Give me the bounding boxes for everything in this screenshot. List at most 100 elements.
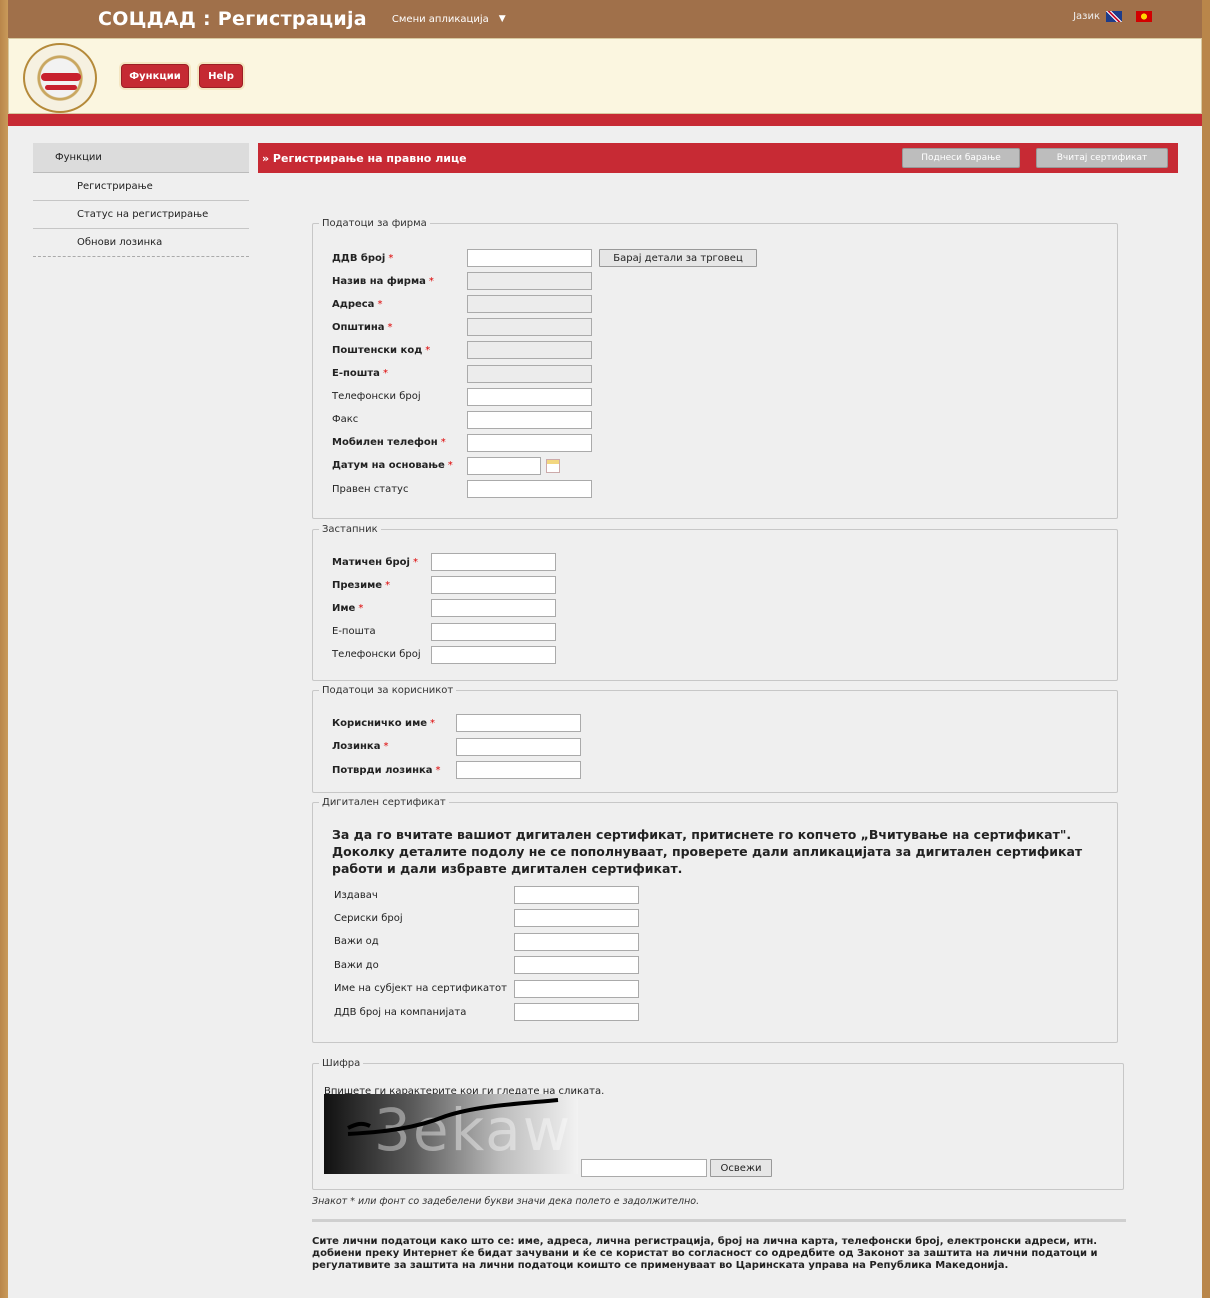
submit-request-button[interactable]: Поднеси барање — [902, 148, 1020, 168]
company-label: ДДВ број — [332, 252, 386, 264]
representative-input[interactable] — [431, 553, 556, 571]
company-input — [467, 364, 592, 383]
representative-input[interactable] — [431, 645, 556, 664]
required-marker: * — [447, 460, 453, 472]
representative-input[interactable] — [431, 599, 556, 618]
company-label: Правен статус — [332, 483, 409, 495]
privacy-notice: Сите лични податоци како што се: име, ад… — [312, 1236, 1098, 1271]
company-input[interactable] — [467, 410, 592, 429]
company-label: Датум на основање — [332, 460, 445, 472]
company-row: Назив на фирма * — [332, 272, 434, 290]
representative-input[interactable] — [431, 622, 556, 641]
certificate-input[interactable] — [514, 932, 639, 951]
logo-stripe — [45, 85, 77, 90]
representative-row: Е-пошта — [332, 623, 379, 641]
header-divider — [8, 114, 1202, 126]
required-marker: * — [358, 602, 364, 614]
company-row: Адреса * — [332, 295, 382, 313]
certificate-row: Име на субјект на сертификатот — [334, 980, 507, 998]
help-button[interactable]: Help — [199, 64, 243, 88]
company-label: Телефонски број — [332, 391, 421, 403]
company-input[interactable] — [467, 249, 592, 267]
required-marker: * — [387, 321, 393, 333]
required-marker: * — [430, 717, 436, 729]
certificate-row: Важи до — [334, 956, 379, 974]
sidebar-item-registration-status[interactable]: Статус на регистрирање — [33, 201, 249, 229]
certificate-instructions: За да го вчитате вашиот дигитален сертиф… — [332, 827, 1083, 876]
certificate-input[interactable] — [514, 1003, 639, 1021]
representative-label: Име — [332, 602, 356, 614]
required-marker: * — [440, 437, 446, 449]
sidebar-item-renew-password[interactable]: Обнови лозинка — [33, 229, 249, 257]
uk-flag-icon[interactable] — [1106, 11, 1122, 22]
company-row: Телефонски број — [332, 388, 424, 406]
company-input[interactable] — [467, 387, 592, 406]
sidebar-item-register[interactable]: Регистрирање — [33, 173, 249, 201]
captcha-refresh-button[interactable]: Освежи — [710, 1159, 772, 1177]
company-input — [467, 295, 592, 314]
load-certificate-button[interactable]: Вчитај сертификат — [1036, 148, 1168, 168]
required-marker: * — [412, 556, 418, 568]
certificate-input[interactable] — [514, 956, 639, 975]
search-trader-button[interactable]: Барај детали за трговец — [599, 249, 757, 267]
representative-legend: Застапник — [322, 524, 378, 535]
user-input[interactable] — [456, 714, 581, 732]
company-label: Поштенски код — [332, 344, 423, 356]
switch-app-menu[interactable]: Смени апликација ▼ — [392, 14, 506, 25]
company-label: Назив на фирма — [332, 275, 426, 287]
user-row: Лозинка * — [332, 738, 388, 756]
company-row: Мобилен телефон * — [332, 434, 446, 452]
sidebar: Функции Регистрирање Статус на регистрир… — [33, 143, 249, 257]
captcha-image: 3ekaw — [324, 1094, 578, 1174]
certificate-label: Име на субјект на сертификатот — [334, 983, 507, 995]
company-row: Е-пошта * — [332, 365, 388, 383]
certificate-label: Сериски број — [334, 912, 403, 924]
page-title: » Регистрирање на правно лице — [262, 152, 467, 165]
company-input[interactable] — [467, 456, 541, 475]
certificate-input[interactable] — [514, 979, 639, 998]
mk-flag-icon[interactable] — [1136, 11, 1152, 22]
certificate-label: ДДВ број на компанијата — [334, 1006, 467, 1018]
required-marker: * — [388, 252, 394, 264]
captcha-noise-line — [347, 1098, 559, 1136]
user-input[interactable] — [456, 761, 581, 779]
calendar-icon[interactable] — [546, 458, 560, 473]
user-input[interactable] — [456, 737, 581, 756]
required-marker: * — [377, 298, 383, 310]
app-title: СОЦДАД : Регистрација — [98, 8, 367, 30]
required-marker: * — [383, 741, 389, 752]
certificate-row: Сериски број — [334, 909, 403, 927]
certificate-legend: Дигитален сертификат — [322, 797, 446, 808]
company-label: Мобилен телефон — [332, 437, 438, 449]
representative-row: Телефонски број — [332, 646, 424, 664]
language-selector: Јазик — [1073, 11, 1152, 22]
certificate-input[interactable] — [514, 909, 639, 928]
company-row: Правен статус — [332, 480, 411, 498]
certificate-row: ДДВ број на компанијата — [334, 1003, 466, 1021]
company-row: Општина * — [332, 318, 393, 336]
certificate-label: Издавач — [334, 889, 378, 901]
company-label: Општина — [332, 321, 385, 333]
required-marker: * — [425, 344, 431, 356]
switch-app-label: Смени апликација — [391, 13, 489, 25]
captcha-input[interactable] — [581, 1159, 707, 1177]
user-label: Корисничко име — [332, 717, 428, 729]
representative-label: Презиме — [332, 579, 383, 591]
company-input — [467, 341, 592, 360]
certificate-row: Важи од — [334, 933, 379, 951]
company-input[interactable] — [467, 433, 592, 452]
required-marker: * — [382, 368, 388, 379]
user-label: Потврди лозинка — [332, 764, 433, 776]
user-row: Потврди лозинка * — [332, 761, 441, 779]
header-band: Функции Help — [8, 38, 1202, 114]
required-fields-note: Знакот * или фонт со задебелени букви зн… — [312, 1196, 700, 1207]
representative-input[interactable] — [431, 576, 556, 595]
company-legend: Податоци за фирма — [322, 218, 427, 229]
certificate-input[interactable] — [514, 886, 639, 904]
functions-button[interactable]: Функции — [121, 64, 189, 88]
company-input[interactable] — [467, 480, 592, 498]
company-row: Факс — [332, 411, 361, 429]
sidebar-heading: Функции — [33, 143, 249, 173]
representative-label: Е-пошта — [332, 626, 376, 638]
logo-stripe — [41, 73, 81, 81]
